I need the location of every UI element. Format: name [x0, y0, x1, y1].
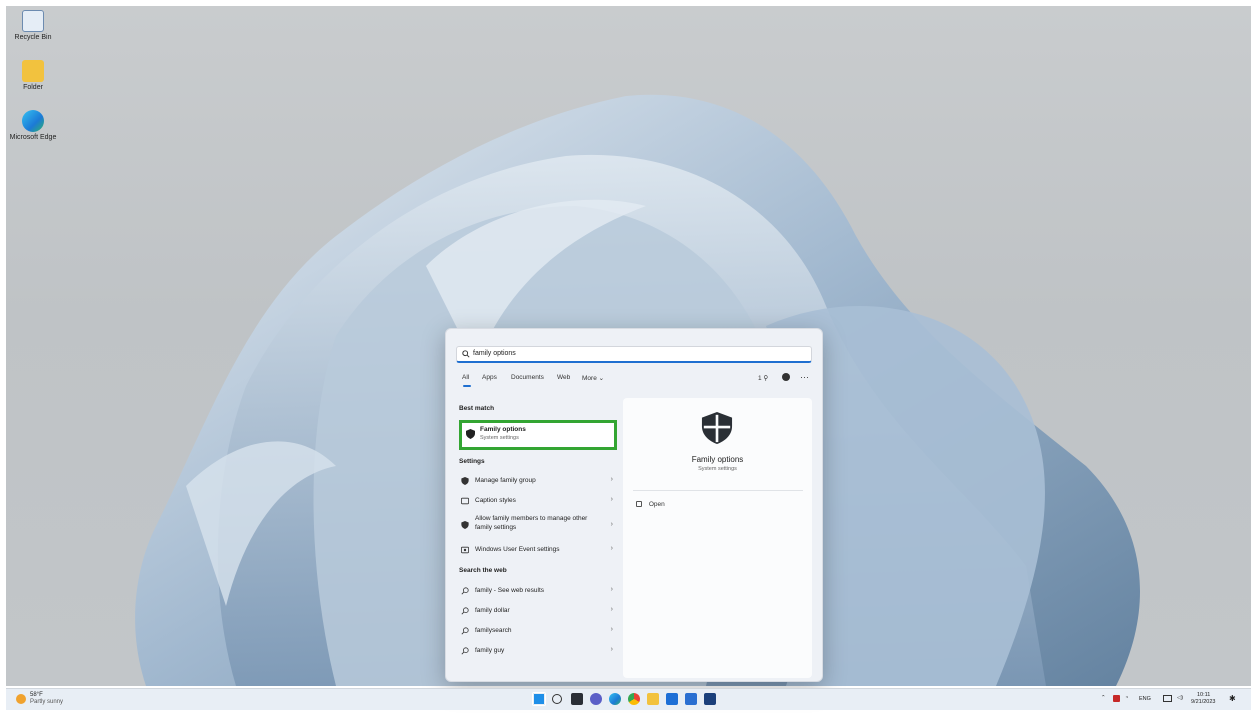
wifi-icon[interactable]: ◔: [1125, 695, 1128, 701]
search-panel: family options All Apps Documents Web Mo…: [445, 328, 823, 682]
web-result-familysearch[interactable]: familysearch ›: [455, 621, 618, 641]
desktop-icon-edge[interactable]: Microsoft Edge: [8, 110, 58, 141]
system-tray[interactable]: ⌃ ◔ ENG ◁) 10:11 9/21/2023 ✱: [1101, 692, 1241, 708]
chevron-right-icon: ›: [610, 545, 613, 552]
chevron-right-icon: ›: [610, 586, 613, 593]
best-match-header: Best match: [459, 405, 495, 412]
result-caption-styles[interactable]: Caption styles ›: [455, 491, 618, 511]
desktop-icon-label: Microsoft Edge: [9, 134, 57, 141]
detail-pane: Family options System settings Open: [623, 398, 812, 678]
result-manage-family-group[interactable]: Manage family group ›: [455, 471, 618, 491]
tray-app-icon[interactable]: [1113, 695, 1120, 702]
desktop-icon-label: Folder: [23, 84, 43, 91]
web-search-icon: [461, 587, 469, 595]
chevron-right-icon: ›: [610, 646, 613, 653]
chrome-icon[interactable]: [628, 693, 640, 705]
tab-all[interactable]: All: [462, 374, 469, 381]
chevron-right-icon: ›: [610, 626, 613, 633]
divider: [633, 490, 803, 491]
display-icon[interactable]: [1163, 695, 1172, 702]
web-search-icon: [461, 647, 469, 655]
result-label: family dollar: [475, 607, 510, 614]
search-query: family options: [473, 350, 516, 357]
result-windows-user-event[interactable]: Windows User Event settings ›: [455, 540, 618, 560]
web-search-icon: [461, 607, 469, 615]
open-label: Open: [648, 501, 665, 508]
result-label: Windows User Event settings: [475, 546, 560, 553]
active-tab-indicator: [463, 385, 471, 387]
best-match-title: Family options: [480, 426, 526, 433]
settings-header: Settings: [459, 458, 485, 465]
start-icon[interactable]: [532, 692, 546, 706]
volume-icon[interactable]: ◁): [1177, 695, 1183, 701]
store-icon[interactable]: [685, 693, 697, 705]
desktop-icon-folder[interactable]: Folder: [8, 60, 58, 91]
web-search-icon: [461, 627, 469, 635]
web-result-family-guy[interactable]: family guy ›: [455, 641, 618, 661]
result-label: Manage family group: [475, 477, 536, 484]
open-button[interactable]: Open: [636, 501, 665, 508]
task-view-icon[interactable]: [571, 693, 583, 705]
file-explorer-icon[interactable]: [647, 693, 659, 705]
tab-more[interactable]: More ⌄: [582, 374, 604, 382]
user-icon: [461, 546, 469, 554]
web-result-family[interactable]: family - See web results ›: [455, 581, 618, 601]
edge-icon: [22, 110, 44, 132]
chevron-right-icon: ›: [610, 606, 613, 613]
detail-title: Family options: [691, 455, 744, 464]
result-label: Caption styles: [475, 497, 516, 504]
notification-icon[interactable]: ✱: [1229, 694, 1236, 703]
result-label: family guy: [475, 647, 505, 654]
rewards-points[interactable]: 1 ⚲: [758, 374, 768, 382]
tab-documents[interactable]: Documents: [511, 374, 544, 381]
language-indicator[interactable]: ENG: [1139, 696, 1151, 702]
shield-icon: [461, 521, 469, 529]
filter-tabs: All Apps Documents Web More ⌄ 1 ⚲ ···: [462, 372, 812, 387]
shield-icon: [461, 477, 469, 485]
taskbar: 58°F Partly sunny ⌃ ◔ ENG ◁) 10:11 9/21/…: [6, 688, 1251, 710]
weather-desc: Partly sunny: [30, 699, 64, 705]
weather-temp: 58°F: [30, 692, 43, 698]
tab-apps[interactable]: Apps: [482, 374, 497, 381]
caption-icon: [461, 497, 469, 505]
avatar[interactable]: [782, 373, 790, 381]
chat-icon[interactable]: [590, 693, 602, 705]
result-label: Allow family members to manage other fam…: [475, 515, 588, 531]
clock-date[interactable]: 9/21/2023: [1191, 699, 1215, 705]
result-label: familysearch: [475, 627, 512, 634]
search-icon[interactable]: [552, 694, 562, 704]
desktop-icon-recycle-bin[interactable]: Recycle Bin: [8, 10, 58, 41]
chevron-right-icon: ›: [610, 496, 613, 503]
more-options-icon[interactable]: ···: [800, 372, 809, 382]
recycle-bin-icon: [22, 10, 44, 32]
search-input[interactable]: family options: [456, 346, 812, 363]
detail-subtitle: System settings: [698, 466, 737, 472]
search-icon: [462, 350, 470, 358]
folder-icon: [22, 60, 44, 82]
clock-time[interactable]: 10:11: [1197, 692, 1210, 698]
result-label: family - See web results: [475, 587, 544, 594]
sun-icon: [16, 694, 26, 704]
shield-icon: [466, 429, 475, 439]
chevron-right-icon: ›: [610, 521, 613, 528]
result-allow-family-members[interactable]: Allow family members to manage other fam…: [455, 512, 618, 538]
best-match-subtitle: System settings: [480, 435, 519, 441]
chevron-up-icon[interactable]: ⌃: [1101, 695, 1106, 701]
best-match-item[interactable]: Family options System settings: [459, 420, 617, 450]
web-header: Search the web: [459, 567, 507, 574]
desktop-icon-label: Recycle Bin: [14, 34, 52, 41]
web-result-family-dollar[interactable]: family dollar ›: [455, 601, 618, 621]
family-options-shield-icon: [701, 412, 733, 444]
tab-web[interactable]: Web: [557, 374, 570, 381]
open-icon: [636, 501, 642, 507]
edge-icon[interactable]: [609, 693, 621, 705]
app-icon[interactable]: [704, 693, 716, 705]
chevron-right-icon: ›: [610, 476, 613, 483]
mail-icon[interactable]: [666, 693, 678, 705]
